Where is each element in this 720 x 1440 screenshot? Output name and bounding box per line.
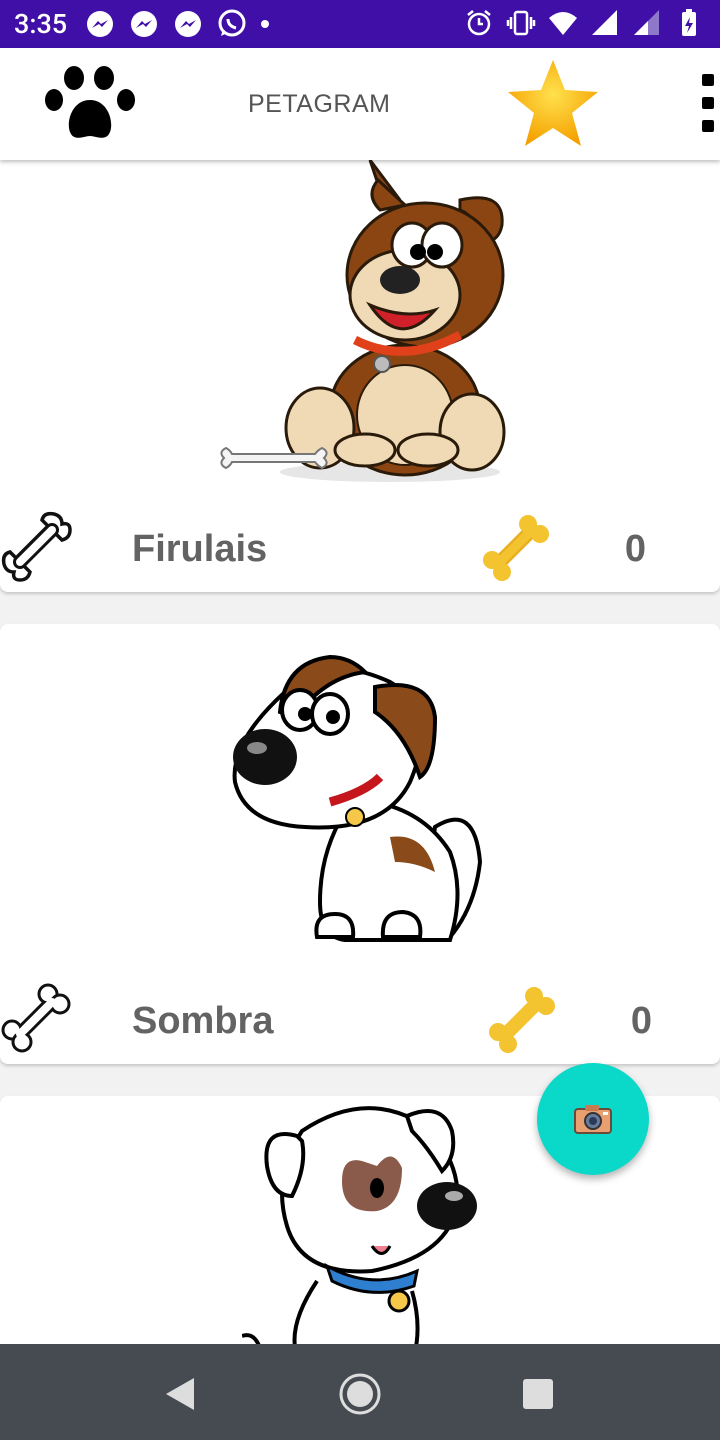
bone-outline-icon[interactable] [0, 980, 74, 1056]
battery-icon [682, 9, 696, 36]
recents-icon[interactable] [516, 1372, 560, 1416]
dog-image [242, 1096, 478, 1356]
pet-card: Sombra 0 [0, 624, 720, 1064]
messenger-icon [175, 11, 202, 37]
system-nav-bar [0, 1344, 720, 1440]
dog-image [232, 654, 483, 942]
star-icon[interactable] [505, 58, 601, 150]
system-icons [464, 8, 704, 38]
paw-icon [45, 66, 135, 138]
like-count: 0 [624, 528, 646, 570]
status-time: 3:35 [14, 8, 68, 40]
overflow-menu-icon[interactable] [696, 74, 720, 146]
pet-card: Firulais 0 [0, 160, 720, 592]
whatsapp-icon [218, 9, 246, 37]
signal-icon [634, 10, 659, 35]
bone-rating-icon [483, 515, 549, 581]
vibrate-icon [506, 10, 536, 36]
notification-icons [85, 9, 270, 39]
alarm-icon [467, 10, 491, 36]
dog-image [220, 160, 506, 482]
signal-icon [592, 10, 617, 35]
wifi-icon [549, 12, 577, 35]
bone-rating-icon [489, 987, 555, 1053]
notification-dot [261, 20, 270, 28]
messenger-icon [87, 11, 114, 37]
like-count: 0 [630, 1000, 652, 1042]
status-bar: 3:35 [0, 0, 720, 48]
back-icon[interactable] [158, 1372, 202, 1416]
home-icon[interactable] [338, 1372, 382, 1416]
app-toolbar: PETAGRAM [0, 48, 720, 160]
pet-name: Firulais [132, 528, 268, 570]
camera-fab[interactable] [537, 1063, 649, 1175]
camera-icon [574, 1105, 612, 1134]
app-title: PETAGRAM [248, 90, 391, 118]
messenger-icon [131, 11, 158, 37]
pet-name: Sombra [132, 1000, 274, 1042]
bone-outline-icon[interactable] [0, 508, 74, 584]
